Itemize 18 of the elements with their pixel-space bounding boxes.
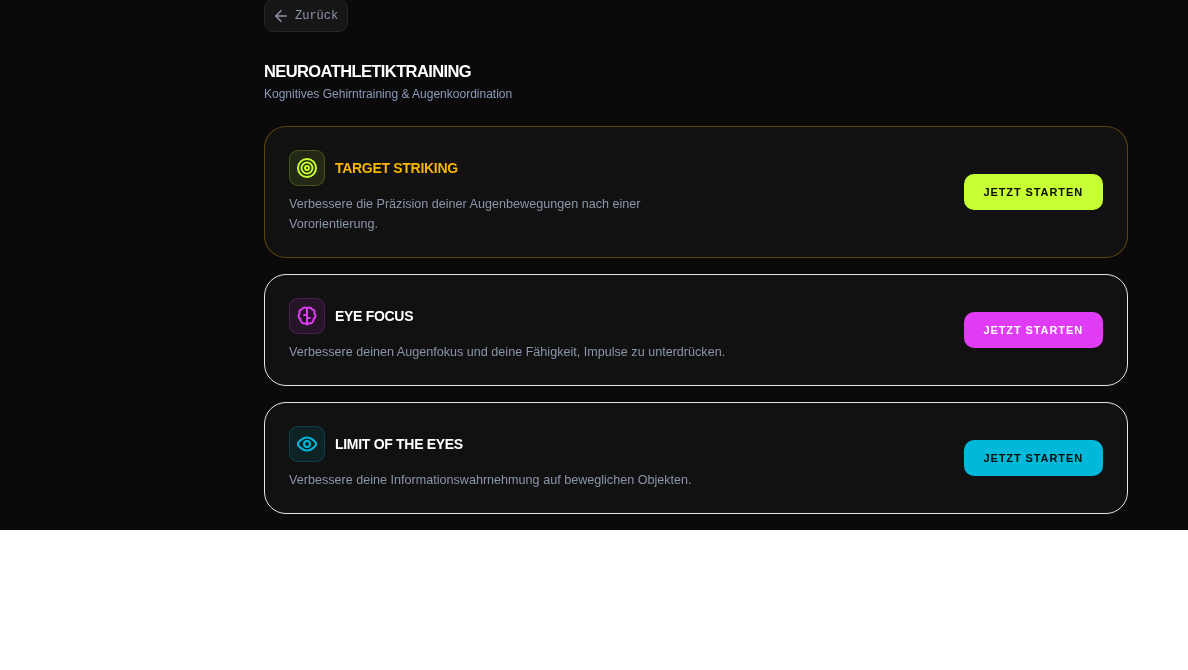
exercise-card[interactable]: EYE FOCUS Verbessere deinen Augenfokus und deine Fähigkeit, Impulse zu unterdrücken. JETZT STARTEN — [264, 274, 1128, 386]
brain-icon — [289, 298, 325, 334]
exercise-card[interactable]: LIMIT OF THE EYES Verbessere deine Informationswahrnehmung auf beweglichen Objekten. JETZT STARTEN — [264, 402, 1128, 514]
exercise-title: TARGET STRIKING — [335, 159, 458, 177]
exercise-card[interactable]: TARGET STRIKING Verbessere die Präzision deiner Augenbewegungen nach einer Vororientierung. JETZT STARTEN — [264, 126, 1128, 258]
start-button[interactable]: JETZT STARTEN — [963, 440, 1103, 476]
exercise-description: Verbessere deinen Augenfokus und deine Fähigkeit, Impulse zu unterdrücken. — [289, 344, 726, 361]
back-button[interactable]: Zurück — [264, 0, 349, 32]
arrow-left-icon — [275, 9, 287, 22]
exercise-description: Verbessere die Präzision deiner Augenbewegungen nach einer Vororientierung. — [289, 196, 642, 233]
exercise-description: Verbessere deine Informationswahrnehmung auf beweglichen Objekten. — [289, 472, 692, 489]
page-subtitle: Kognitives Gehirntraining & Augenkoordination — [264, 86, 513, 102]
start-button[interactable]: JETZT STARTEN — [963, 174, 1103, 210]
page-title: NEUROATHLETIKTRAINING — [264, 61, 472, 82]
target-icon — [289, 150, 325, 186]
exercise-title: EYE FOCUS — [335, 307, 414, 325]
eye-icon — [289, 426, 325, 462]
exercise-title: LIMIT OF THE EYES — [335, 435, 463, 453]
